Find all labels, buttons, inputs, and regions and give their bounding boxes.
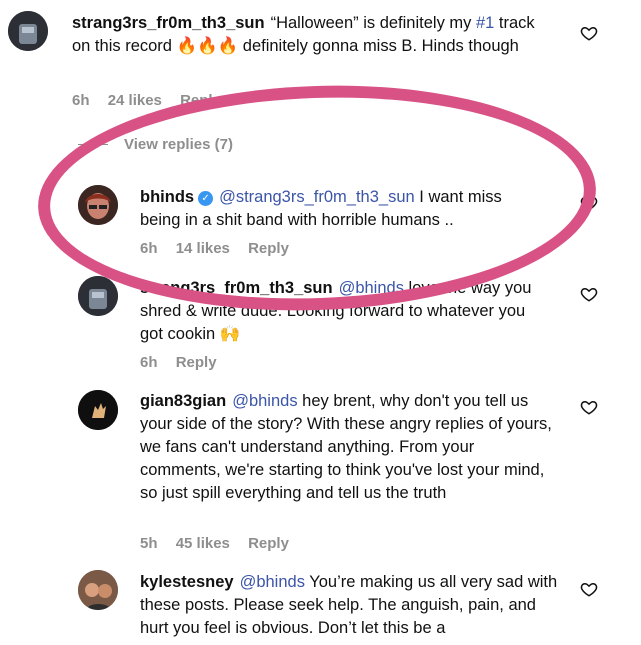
comment-text: kylestesney @bhinds You’re making us all … (140, 573, 558, 637)
comment-text: strang3rs_fr0m_th3_sun @bhinds love the w… (140, 279, 532, 343)
avatar[interactable] (78, 185, 118, 225)
view-replies-label: View replies (7) (124, 136, 233, 153)
heart-icon[interactable] (580, 24, 598, 42)
username[interactable]: strang3rs_fr0m_th3_sun (140, 279, 333, 297)
mention-link[interactable]: @bhinds (339, 279, 404, 297)
username[interactable]: kylestesney (140, 573, 234, 591)
username[interactable]: strang3rs_fr0m_th3_sun (72, 14, 265, 32)
likes-count[interactable]: 45 likes (176, 535, 230, 552)
comment-meta: 6h Reply (140, 354, 231, 371)
avatar[interactable] (8, 11, 48, 51)
comment-text: strang3rs_fr0m_th3_sun “Halloween” is def… (72, 14, 535, 55)
timestamp: 6h (72, 92, 90, 109)
verified-badge-icon: ✓ (198, 191, 214, 206)
reply-button[interactable]: Reply (176, 354, 217, 371)
heart-icon[interactable] (580, 194, 598, 212)
heart-icon[interactable] (580, 580, 598, 598)
likes-count[interactable]: 24 likes (108, 92, 162, 109)
timestamp: 6h (140, 354, 158, 371)
heart-icon[interactable] (580, 398, 598, 416)
hashtag-link[interactable]: #1 (476, 14, 494, 32)
timestamp: 5h (140, 535, 158, 552)
reply-button[interactable]: Reply (248, 240, 289, 257)
reply-button[interactable]: Reply (248, 535, 289, 552)
comment-meta: 5h 45 likes Reply (140, 535, 303, 552)
mention-link[interactable]: @bhinds (232, 392, 297, 410)
heart-icon[interactable] (580, 285, 598, 303)
avatar[interactable] (78, 390, 118, 430)
reply-button[interactable]: Reply (180, 92, 221, 109)
comment-text: bhinds ✓ @strang3rs_fr0m_th3_sun I want mi… (140, 188, 502, 229)
comment-meta: 6h 14 likes Reply (140, 240, 303, 257)
likes-count[interactable]: 14 likes (176, 240, 230, 257)
timestamp: 6h (140, 240, 158, 257)
view-replies-button[interactable]: View replies (7) (78, 136, 233, 153)
comment-meta: 6h 24 likes Reply (72, 92, 235, 109)
username[interactable]: bhinds (140, 188, 194, 206)
divider-line (78, 144, 108, 145)
comment-text: gian83gian @bhinds hey brent, why don't y… (140, 392, 552, 502)
mention-link[interactable]: @strang3rs_fr0m_th3_sun (219, 188, 415, 206)
mention-link[interactable]: @bhinds (240, 573, 305, 591)
avatar[interactable] (78, 570, 118, 610)
username[interactable]: gian83gian (140, 392, 226, 410)
avatar[interactable] (78, 276, 118, 316)
